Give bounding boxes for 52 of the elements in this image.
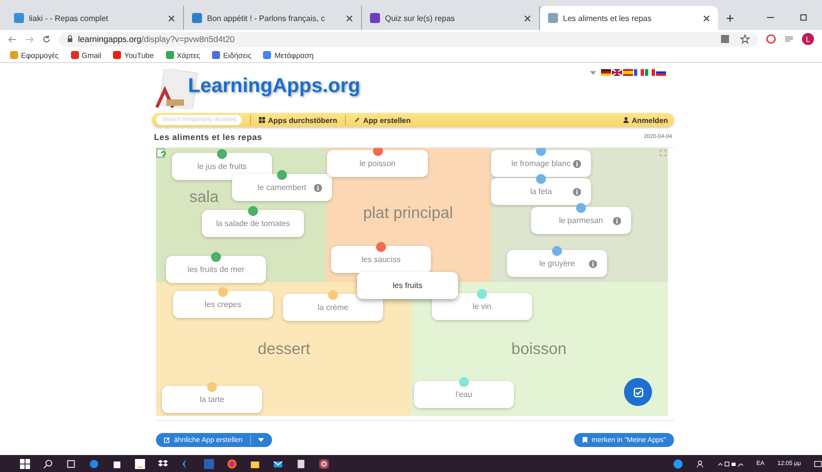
- reading-list-icon[interactable]: [784, 34, 794, 44]
- close-icon[interactable]: [168, 14, 175, 22]
- zone-label: plat principal: [363, 205, 453, 223]
- answer-card[interactable]: le poisson: [327, 150, 428, 177]
- checkbox-icon: [632, 386, 644, 398]
- start-icon[interactable]: [20, 458, 30, 468]
- restore-icon[interactable]: [799, 13, 808, 22]
- fullscreen-icon[interactable]: [660, 150, 666, 156]
- close-icon[interactable]: [703, 14, 710, 22]
- zone-label: boisson: [511, 341, 567, 359]
- browser-tab[interactable]: Les aliments et les repas: [540, 6, 718, 30]
- firefox-icon[interactable]: [227, 458, 237, 468]
- address-field[interactable]: learningapps.org/display?v=pvw8n5d4t20: [59, 32, 758, 46]
- info-icon[interactable]: [589, 260, 597, 268]
- dragged-card[interactable]: les fruits: [357, 272, 458, 299]
- profile-avatar[interactable]: L: [802, 33, 814, 45]
- people-icon[interactable]: [696, 460, 704, 468]
- caret-icon[interactable]: [590, 70, 596, 74]
- close-icon[interactable]: [524, 14, 531, 22]
- chrome-icon[interactable]: [319, 458, 329, 468]
- dropbox-icon[interactable]: [158, 458, 168, 468]
- info-icon[interactable]: [573, 160, 581, 168]
- system-tray-icon[interactable]: [716, 460, 744, 468]
- mail-icon[interactable]: [273, 458, 283, 468]
- browser-tab[interactable]: liaki - - Repas complet: [6, 6, 184, 30]
- flag-icon[interactable]: [634, 69, 644, 76]
- new-tab-button[interactable]: +: [722, 10, 738, 26]
- reload-icon[interactable]: [42, 34, 51, 44]
- info-icon[interactable]: [314, 184, 322, 192]
- task-view-icon[interactable]: [66, 458, 76, 468]
- flag-icon[interactable]: [612, 69, 622, 76]
- zone-label: dessert: [258, 341, 310, 359]
- user-icon: [622, 117, 629, 123]
- pencil-icon: [354, 117, 360, 123]
- lock-icon: [67, 35, 73, 43]
- app-title: Les aliments et les repas: [154, 132, 262, 142]
- info-icon[interactable]: [573, 188, 581, 196]
- search-icon[interactable]: [43, 458, 53, 468]
- back-icon[interactable]: [8, 34, 17, 44]
- answer-card[interactable]: le fromage blanc: [491, 150, 591, 177]
- browser-tab[interactable]: Bon appétit ! - Parlons français, c: [184, 6, 362, 30]
- edit-icon: [164, 437, 170, 443]
- flag-icon[interactable]: [656, 69, 666, 76]
- zone-label: sala: [189, 189, 219, 207]
- caret-icon[interactable]: [258, 437, 264, 443]
- star-icon[interactable]: [740, 34, 750, 44]
- info-icon[interactable]: [613, 216, 621, 224]
- close-icon[interactable]: [346, 14, 353, 22]
- bookmark-icon: [582, 437, 588, 443]
- site-logo[interactable]: LearningApps.org: [188, 74, 360, 98]
- grid-icon: [259, 117, 265, 123]
- flag-icon[interactable]: [601, 69, 611, 76]
